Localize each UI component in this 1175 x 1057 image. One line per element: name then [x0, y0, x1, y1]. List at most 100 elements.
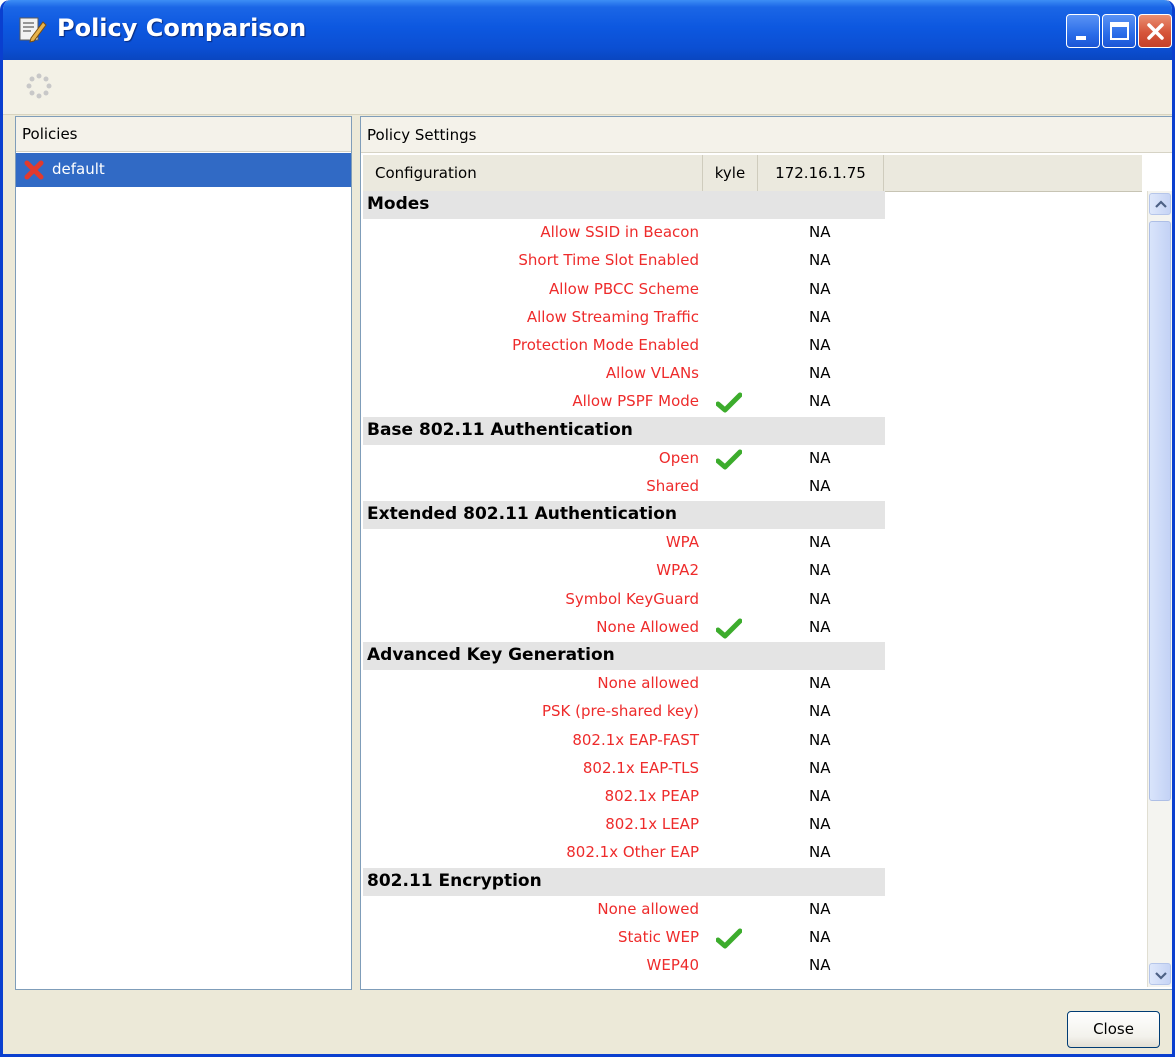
close-window-button[interactable] [1138, 14, 1172, 48]
section-header: Modes [363, 191, 885, 220]
setting-name: Allow SSID in Beacon [540, 223, 699, 242]
setting-row[interactable]: Symbol KeyGuard NA [363, 586, 1142, 614]
column-header-configuration[interactable]: Configuration [363, 155, 703, 191]
setting-value: NA [809, 307, 831, 326]
setting-value: NA [809, 533, 831, 552]
setting-row[interactable]: Shared NA [363, 473, 1142, 501]
setting-row[interactable]: 802.1x EAP-TLS NA [363, 755, 1142, 783]
setting-value: NA [809, 476, 831, 495]
setting-name: WEP40 [646, 956, 699, 975]
setting-row[interactable]: Static WEP NA [363, 924, 1142, 952]
setting-name: PSK (pre-shared key) [541, 702, 699, 721]
setting-value: NA [809, 279, 831, 298]
column-header-kyle[interactable]: kyle [703, 155, 758, 191]
setting-name: Symbol KeyGuard [565, 589, 699, 608]
setting-value: NA [809, 786, 831, 805]
setting-row[interactable]: WPA2 NA [363, 557, 1142, 585]
setting-value: NA [809, 927, 831, 946]
table-header: Configuration kyle 172.16.1.75 [363, 155, 1142, 192]
setting-value: NA [809, 617, 831, 636]
setting-row[interactable]: Allow PBCC Scheme NA [363, 276, 1142, 304]
checkmark-icon [716, 392, 742, 413]
setting-row[interactable]: Allow VLANs NA [363, 360, 1142, 388]
scroll-up-button[interactable] [1149, 193, 1171, 215]
setting-row[interactable]: Allow Streaming Traffic NA [363, 304, 1142, 332]
section-header: Extended 802.11 Authentication [363, 501, 885, 530]
maximize-button[interactable] [1102, 14, 1136, 48]
policy-comparison-window: Policy Comparison Policies default Polic… [0, 0, 1175, 1057]
section-title: Modes [367, 194, 430, 214]
policy-item-default[interactable]: default [16, 153, 351, 187]
policies-pane: Policies default [15, 116, 352, 990]
setting-row[interactable]: Allow PSPF Mode NA [363, 388, 1142, 416]
policy-settings-header: Policy Settings [361, 117, 1172, 153]
setting-name: Short Time Slot Enabled [518, 251, 699, 270]
section-title: Advanced Key Generation [367, 645, 615, 665]
minimize-button[interactable] [1066, 14, 1100, 48]
loading-spinner-icon [26, 73, 52, 99]
minimize-icon [1076, 36, 1086, 40]
setting-name: WPA2 [656, 561, 699, 580]
section-title: Base 802.11 Authentication [367, 419, 633, 440]
setting-row[interactable]: Open NA [363, 445, 1142, 473]
chevron-down-icon [1155, 972, 1167, 980]
setting-name: Open [658, 448, 699, 467]
setting-row[interactable]: Short Time Slot Enabled NA [363, 247, 1142, 275]
setting-row[interactable]: 802.1x PEAP NA [363, 783, 1142, 811]
checkmark-icon [716, 928, 742, 949]
setting-value: NA [809, 335, 831, 354]
section-title: Extended 802.11 Authentication [367, 504, 678, 525]
policy-settings-pane: Policy Settings Configuration kyle 172.1… [360, 116, 1172, 990]
close-button[interactable]: Close [1067, 1011, 1160, 1048]
vertical-scrollbar[interactable] [1147, 191, 1172, 987]
policy-label: default [52, 160, 105, 178]
close-icon [1147, 23, 1164, 40]
setting-row[interactable]: Allow SSID in Beacon NA [363, 219, 1142, 247]
setting-name: 802.1x Other EAP [566, 843, 699, 862]
setting-value: NA [809, 702, 831, 721]
setting-name: 802.1x EAP-TLS [582, 758, 699, 777]
setting-value: NA [809, 561, 831, 580]
setting-row[interactable]: 802.1x EAP-FAST NA [363, 727, 1142, 755]
setting-name: 802.1x PEAP [604, 786, 699, 805]
setting-name: Allow PBCC Scheme [549, 279, 699, 298]
settings-table: Configuration kyle 172.16.1.75 Modes Allo… [363, 155, 1142, 989]
title-bar[interactable]: Policy Comparison [3, 0, 1172, 60]
setting-value: NA [809, 815, 831, 834]
section-title: 802.11 Encryption [367, 870, 542, 891]
maximize-icon [1110, 22, 1129, 40]
setting-row[interactable]: Protection Mode Enabled NA [363, 332, 1142, 360]
setting-row[interactable]: None Allowed NA [363, 614, 1142, 642]
policy-comparison-icon [19, 17, 47, 43]
setting-value: NA [809, 589, 831, 608]
setting-row[interactable]: None allowed NA [363, 670, 1142, 698]
checkmark-icon [716, 449, 742, 470]
column-header-ip[interactable]: 172.16.1.75 [758, 155, 884, 191]
policies-header: Policies [16, 117, 351, 152]
scroll-down-button[interactable] [1149, 963, 1171, 985]
setting-row[interactable]: 802.1x Other EAP NA [363, 839, 1142, 867]
setting-row[interactable]: 802.1x LEAP NA [363, 811, 1142, 839]
setting-row[interactable]: WEP40 NA [363, 952, 1142, 980]
setting-value: NA [809, 758, 831, 777]
setting-row[interactable]: PSK (pre-shared key) NA [363, 698, 1142, 726]
toolbar [3, 60, 1172, 115]
section-header: Advanced Key Generation [363, 642, 885, 671]
setting-name: Allow Streaming Traffic [526, 307, 699, 326]
chevron-up-icon [1155, 200, 1167, 208]
setting-row[interactable]: None allowed NA [363, 896, 1142, 924]
button-bar: Close [3, 995, 1172, 1054]
setting-name: 802.1x EAP-FAST [572, 730, 699, 749]
setting-value: NA [809, 448, 831, 467]
setting-name: WPA [665, 533, 699, 552]
section-header: Base 802.11 Authentication [363, 416, 885, 445]
setting-name: Allow PSPF Mode [572, 392, 699, 411]
scroll-thumb[interactable] [1149, 221, 1171, 801]
setting-value: NA [809, 899, 831, 918]
red-x-icon [24, 160, 44, 180]
setting-value: NA [809, 956, 831, 975]
settings-rows: Modes Allow SSID in Beacon NA Short Time Sl… [363, 191, 1142, 980]
setting-row[interactable]: WPA NA [363, 529, 1142, 557]
setting-value: NA [809, 392, 831, 411]
setting-name: None allowed [597, 899, 699, 918]
